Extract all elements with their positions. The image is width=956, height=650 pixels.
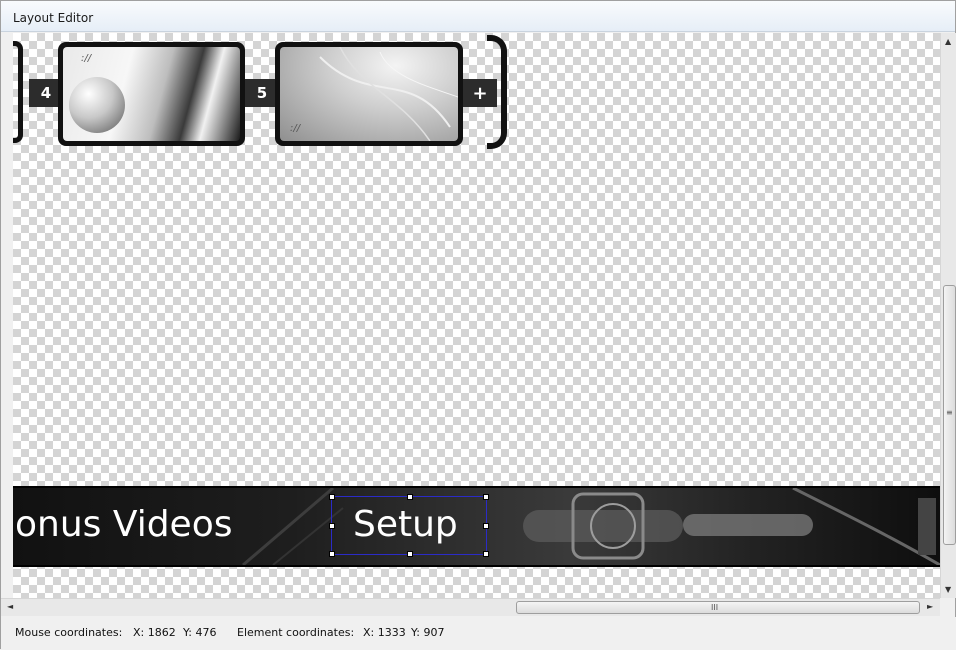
resize-handle-top-right[interactable] xyxy=(483,494,489,500)
status-bar: Mouse coordinates: X: 1862 Y: 476 Elemen… xyxy=(1,617,956,650)
resize-handle-top-left[interactable] xyxy=(329,494,335,500)
menu-item-bonus-videos[interactable]: onus Videos xyxy=(15,504,232,545)
scroll-up-icon[interactable]: ▲ xyxy=(945,37,951,46)
scroll-down-icon[interactable]: ▼ xyxy=(945,585,951,594)
horizontal-scrollbar[interactable]: ◄ III ► xyxy=(1,598,940,616)
mouse-y-value: Y: 476 xyxy=(183,626,217,639)
window-title: Layout Editor xyxy=(13,11,94,25)
element-x-value: X: 1333 xyxy=(363,626,406,639)
menu-strip: onus Videos Setup xyxy=(13,486,940,567)
layout-editor-window: Layout Editor 4 :// 5 :// + onus Videos … xyxy=(0,0,956,650)
sphere-graphic xyxy=(69,77,125,133)
resize-handle-bottom[interactable] xyxy=(407,551,413,557)
layout-canvas[interactable]: 4 :// 5 :// + onus Videos Setup xyxy=(13,33,940,598)
vertical-scrollbar[interactable]: ▲ ≡ ▼ xyxy=(940,33,956,598)
selection-box[interactable] xyxy=(329,494,489,557)
mouse-x-value: X: 1862 xyxy=(133,626,176,639)
swirl-graphic xyxy=(319,47,458,141)
thumbnail-4-mark: :// xyxy=(81,53,92,64)
vertical-grip-icon: ≡ xyxy=(946,408,953,417)
horizontal-grip-icon: III xyxy=(711,603,719,612)
resize-handle-bottom-left[interactable] xyxy=(329,551,335,557)
scroll-right-icon[interactable]: ► xyxy=(927,602,933,611)
scroll-left-icon[interactable]: ◄ xyxy=(7,602,13,611)
vertical-scroll-thumb[interactable]: ≡ xyxy=(943,285,956,545)
mouse-coordinates-label: Mouse coordinates: xyxy=(15,626,123,639)
right-bracket xyxy=(487,35,507,149)
thumbnail-4-image: :// xyxy=(63,47,240,141)
horizontal-scroll-thumb[interactable]: III xyxy=(516,601,920,614)
element-y-value: Y: 907 xyxy=(411,626,445,639)
element-coordinates-label: Element coordinates: xyxy=(237,626,355,639)
thumbnail-4[interactable]: :// xyxy=(58,42,245,146)
thumbnail-number-5[interactable]: 5 xyxy=(245,79,279,107)
left-bracket xyxy=(13,41,23,143)
thumbnail-5-image: :// xyxy=(280,47,458,141)
resize-handle-top[interactable] xyxy=(407,494,413,500)
resize-handle-bottom-right[interactable] xyxy=(483,551,489,557)
thumbnail-5-mark: :// xyxy=(290,123,301,134)
thumbnail-5[interactable]: :// xyxy=(275,42,463,146)
resize-handle-left[interactable] xyxy=(329,523,335,529)
resize-handle-right[interactable] xyxy=(483,523,489,529)
title-bar: Layout Editor xyxy=(1,1,955,32)
